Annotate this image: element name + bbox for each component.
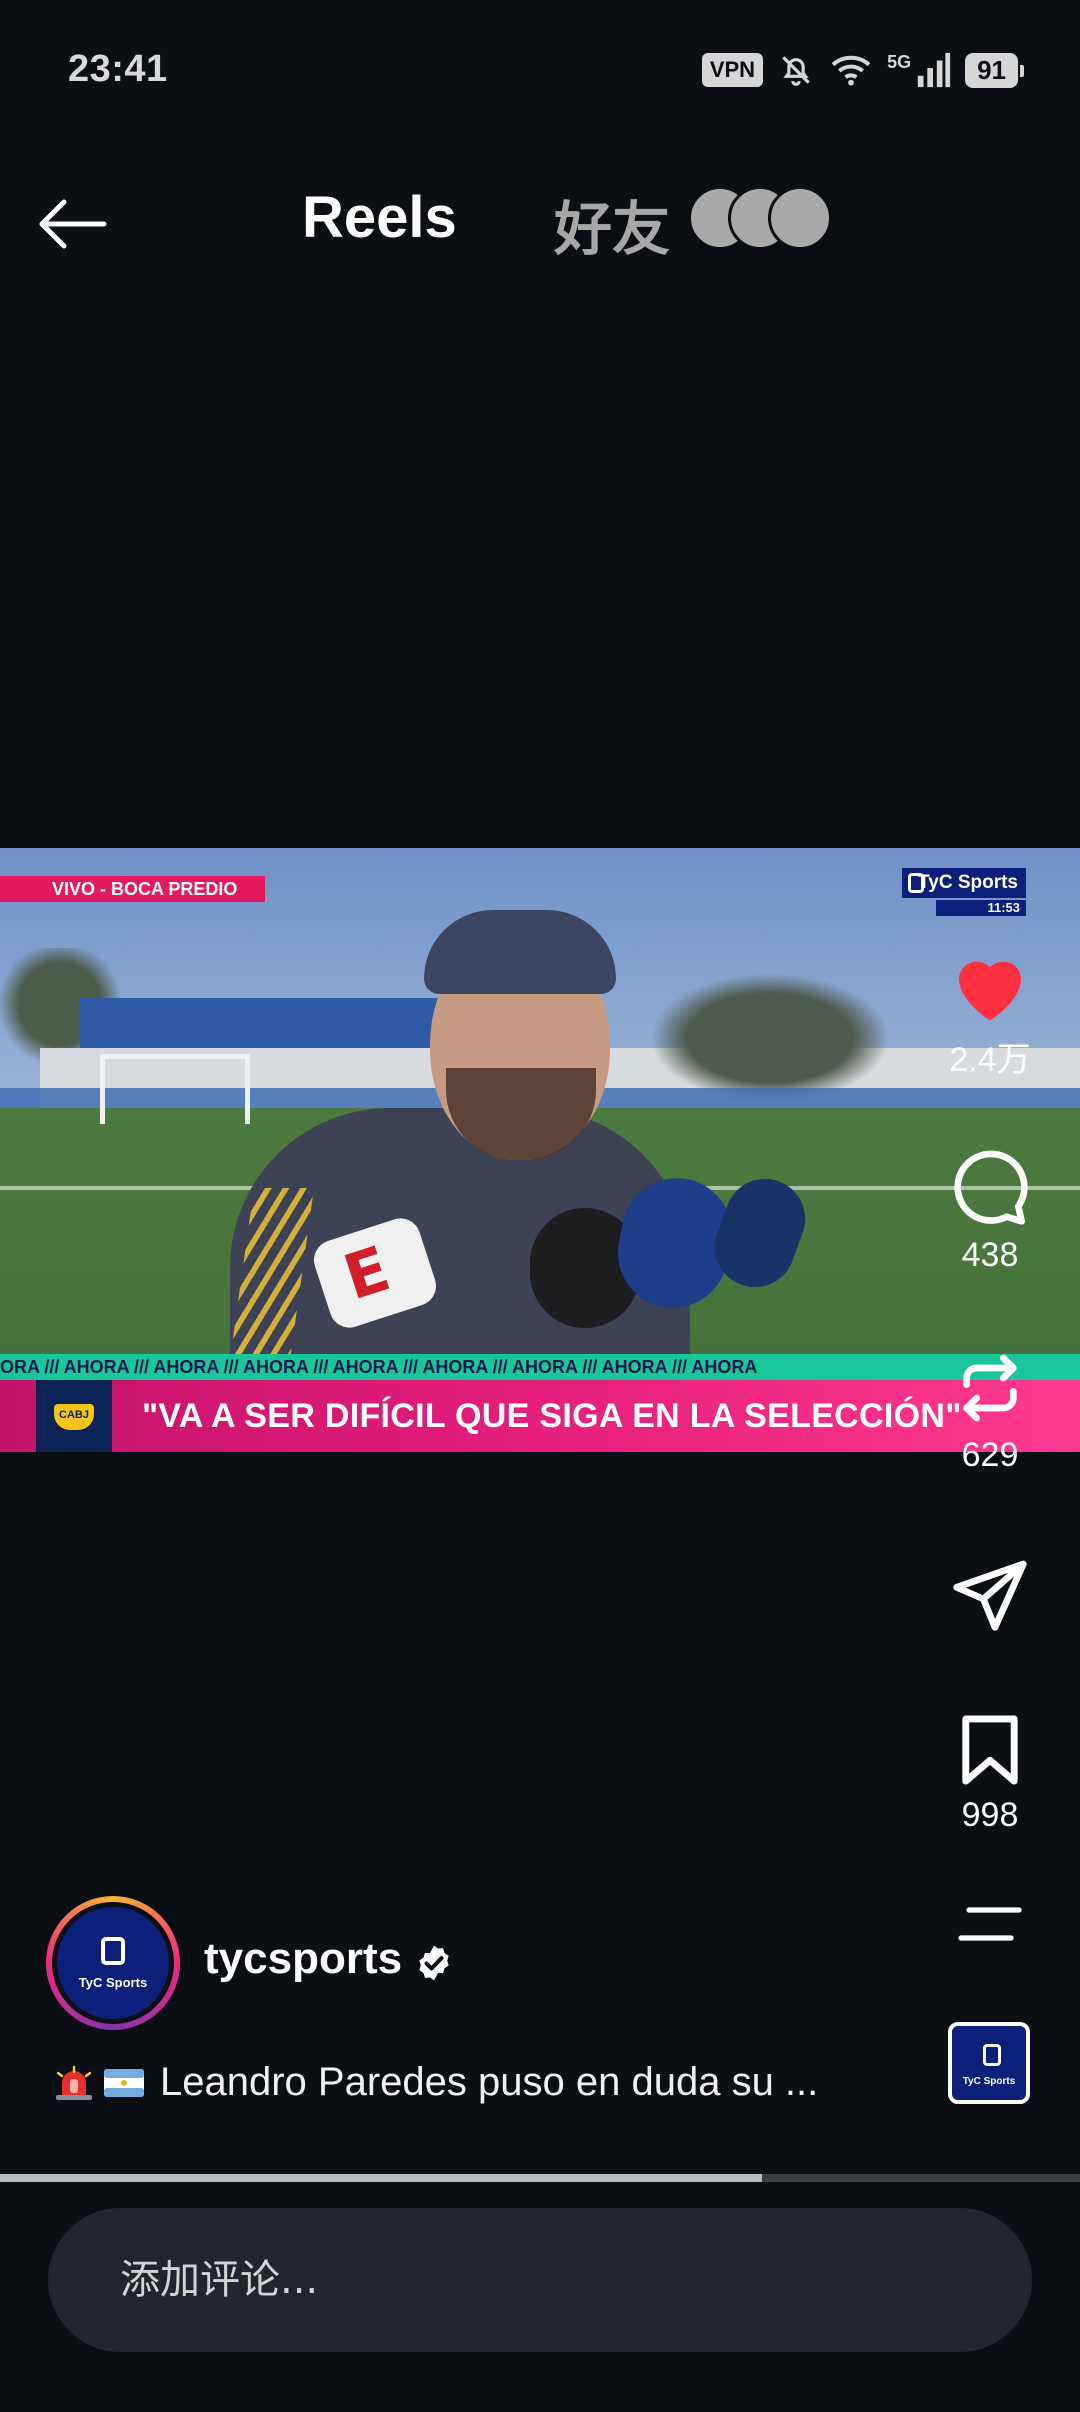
video-goal [100,1054,250,1124]
audio-thumbnail-label: TyC Sports [962,2076,1016,2087]
reel-video[interactable]: VIVO - BOCA PREDIO TyC Sports 11:53 ORA … [0,848,1080,1452]
repost-icon [963,1354,1017,1422]
status-time: 23:41 [68,48,168,90]
audio-thumbnail-logo-icon [983,2044,1001,2066]
mute-icon [782,56,810,86]
back-button[interactable] [34,192,110,256]
live-location-label: VIVO - BOCA PREDIO [0,876,266,902]
headline-text: "VA A SER DIFÍCIL QUE SIGA EN LA SELECCI… [142,1397,962,1435]
author-avatar-image: TyC Sports [52,1902,174,2024]
author-avatar-label: TyC Sports [78,1975,148,1990]
battery-icon: 91 [965,52,1024,88]
channel-clock: 11:53 [936,900,1026,916]
friend-avatars[interactable] [688,186,858,250]
comment-button[interactable]: 438 [930,1148,1050,1275]
save-count: 998 [961,1796,1019,1834]
send-icon [953,1560,1027,1631]
author-avatar[interactable]: TyC Sports [46,1896,180,2030]
like-button[interactable]: 2.4万 [930,948,1050,1081]
tab-friends[interactable]: 好友 [554,182,670,266]
repost-count: 629 [961,1436,1019,1474]
vpn-badge: VPN [701,53,764,87]
club-crest-icon [36,1380,112,1452]
channel-logo-text: TyC Sports [918,872,1018,893]
comment-input-placeholder: 添加评论... [120,2257,319,2303]
share-button[interactable] [930,1556,1050,1632]
save-button[interactable]: 998 [930,1712,1050,1835]
like-count: 2.4万 [949,1041,1031,1079]
reel-caption[interactable]: Leandro Paredes puso en duda su ... [52,2060,872,2105]
video-player-cap [424,910,616,994]
more-options-button[interactable] [930,1904,1050,1944]
tab-reels[interactable]: Reels [302,184,457,251]
author-avatar-logo-icon [101,1937,125,1965]
audio-thumbnail[interactable]: TyC Sports [948,2022,1030,2104]
video-trees-right [640,968,900,1108]
status-icons: VPN 5G 91 [701,50,1024,90]
signal-icon [917,52,951,88]
headline-bar: "VA A SER DIFÍCIL QUE SIGA EN LA SELECCI… [0,1380,1080,1452]
more-icon [958,1907,1022,1941]
news-ticker: ORA /// AHORA /// AHORA /// AHORA /// AH… [0,1354,1080,1380]
video-progress-bar[interactable] [0,2174,1080,2182]
comment-count: 438 [961,1236,1019,1274]
caption-text: Leandro Paredes puso en duda su ... [160,2060,819,2104]
channel-logo: TyC Sports [902,868,1026,898]
network-type-label: 5G [887,51,912,72]
author-username[interactable]: tycsports [204,1934,402,1984]
verified-badge-icon [419,1945,449,1981]
status-bar: 23:41 VPN 5G 91 [0,0,1080,140]
bookmark-icon [962,1715,1018,1785]
reels-top-nav: Reels 好友 [0,170,1080,280]
heart-icon [958,961,1022,1021]
arrow-left-icon [39,199,107,249]
comment-input[interactable]: 添加评论... [48,2208,1032,2352]
siren-emoji-icon [56,2065,92,2100]
repost-button[interactable]: 629 [930,1348,1050,1475]
video-progress-fill [0,2174,763,2182]
channel-logo-icon [908,873,924,893]
wifi-icon [831,55,871,86]
argentina-flag-emoji-icon [104,2068,144,2097]
avatar [768,186,832,250]
comment-icon [954,1150,1028,1225]
